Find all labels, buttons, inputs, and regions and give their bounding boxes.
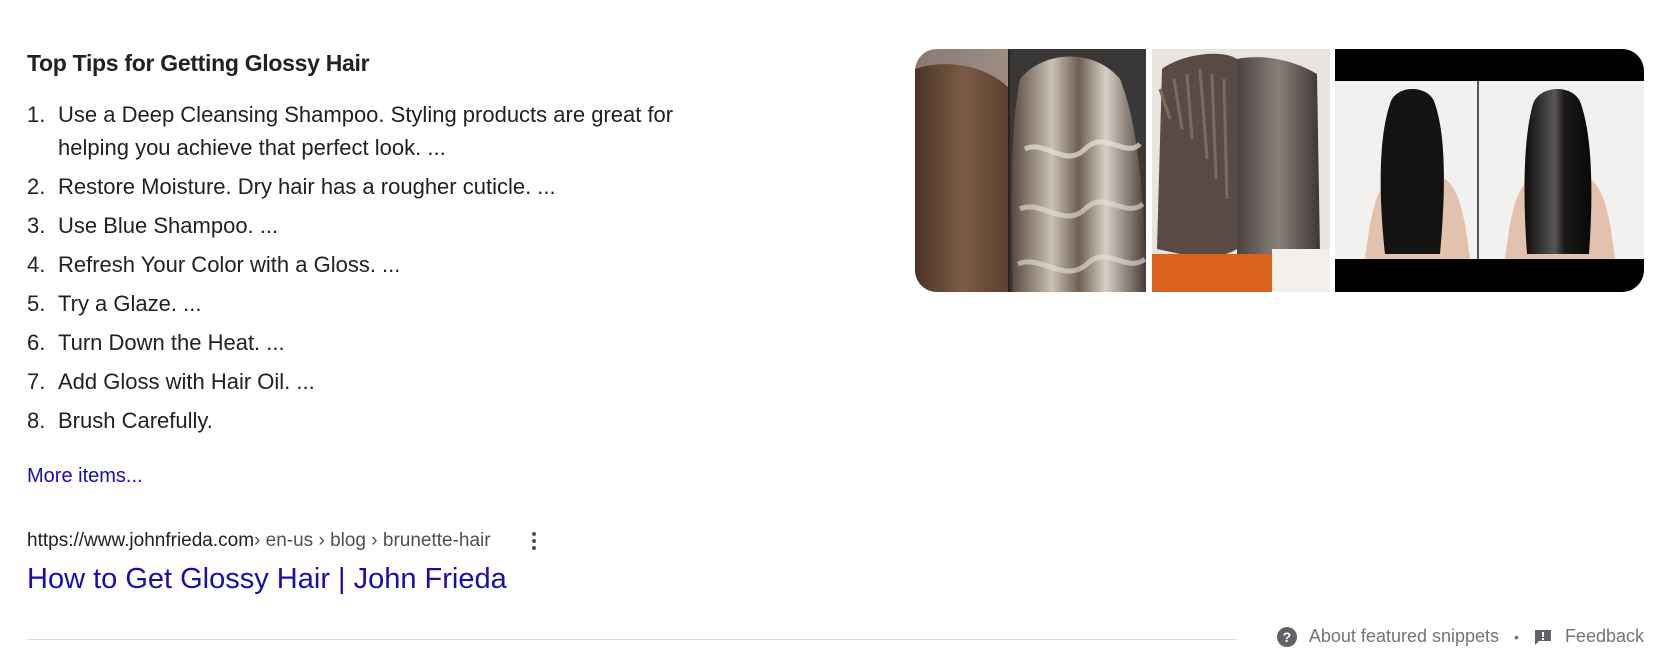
list-item-number: 1. [27, 102, 46, 127]
list-item-text: Use a Deep Cleansing Shampoo. Styling pr… [58, 102, 674, 160]
list-item-number: 6. [27, 330, 46, 355]
frizzy-vs-smooth-hair-photo[interactable] [1151, 49, 1331, 292]
list-item-number: 2. [27, 174, 46, 199]
list-item: 2. Restore Moisture. Dry hair has a roug… [27, 170, 727, 203]
snippet-footer: ? About featured snippets • Feedback [1276, 626, 1644, 647]
feedback-icon[interactable] [1534, 629, 1552, 645]
list-item: 4. Refresh Your Color with a Gloss. ... [27, 248, 727, 281]
list-item: 8. Brush Carefully. [27, 404, 727, 437]
result-url[interactable]: https://www.johnfrieda.com › en-us › blo… [27, 528, 544, 554]
about-featured-snippets-link[interactable]: About featured snippets [1309, 626, 1499, 647]
list-item-text: Use Blue Shampoo. ... [58, 213, 279, 238]
list-item-number: 3. [27, 213, 46, 238]
list-item-text: Refresh Your Color with a Gloss. ... [58, 252, 401, 277]
list-item: 7. Add Gloss with Hair Oil. ... [27, 365, 727, 398]
help-icon[interactable]: ? [1276, 626, 1297, 647]
divider [27, 639, 1237, 640]
list-item-text: Brush Carefully. [58, 408, 213, 433]
before-after-brunette-waves-photo[interactable] [915, 49, 1146, 292]
url-breadcrumb: › en-us › blog › brunette-hair [254, 530, 491, 551]
list-item-number: 7. [27, 369, 46, 394]
snippet-title: Top Tips for Getting Glossy Hair [27, 50, 370, 76]
list-item-text: Turn Down the Heat. ... [58, 330, 285, 355]
separator-dot: • [1514, 628, 1519, 645]
list-item: 3. Use Blue Shampoo. ... [27, 209, 727, 242]
list-item-number: 5. [27, 291, 46, 316]
image-strip [915, 49, 1644, 292]
list-item-text: Add Gloss with Hair Oil. ... [58, 369, 315, 394]
dull-vs-glossy-black-hair-photo[interactable] [1335, 49, 1644, 292]
list-item: 5. Try a Glaze. ... [27, 287, 727, 320]
list-item-text: Try a Glaze. ... [58, 291, 202, 316]
list-item-number: 4. [27, 252, 46, 277]
result-title-link[interactable]: How to Get Glossy Hair | John Frieda [27, 563, 507, 596]
feedback-link[interactable]: Feedback [1565, 626, 1644, 647]
list-item: 6. Turn Down the Heat. ... [27, 326, 727, 359]
more-options-icon[interactable] [524, 528, 544, 554]
tips-list: 1. Use a Deep Cleansing Shampoo. Styling… [27, 98, 727, 443]
list-item-text: Restore Moisture. Dry hair has a rougher… [58, 174, 556, 199]
list-item-number: 8. [27, 408, 46, 433]
list-item: 1. Use a Deep Cleansing Shampoo. Styling… [27, 98, 727, 164]
url-domain: https://www.johnfrieda.com [27, 530, 255, 551]
more-items-link[interactable]: More items... [27, 465, 143, 488]
